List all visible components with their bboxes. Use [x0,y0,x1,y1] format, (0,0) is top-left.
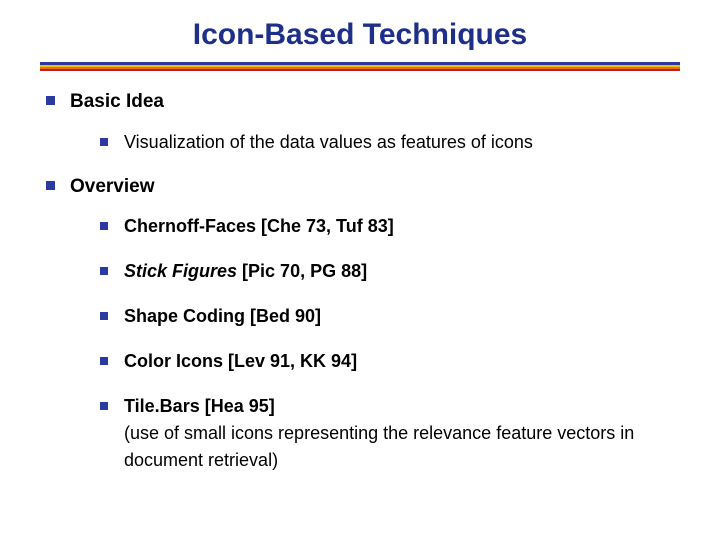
sub-item: Visualization of the data values as feat… [100,129,680,156]
sub-text: Color Icons [Lev 91, KK 94] [124,351,357,371]
sub-item: Shape Coding [Bed 90] [100,303,680,330]
sub-item: Color Icons [Lev 91, KK 94] [100,348,680,375]
sub-text-rest: [Pic 70, PG 88] [237,261,367,281]
bullet-basic-idea: Basic Idea Visualization of the data val… [44,89,680,156]
sub-text: Tile.Bars [Hea 95] [124,396,275,416]
bullet-label: Overview [70,176,155,197]
sub-text: Shape Coding [Bed 90] [124,306,321,326]
title-underline [40,62,680,71]
sub-note: (use of small icons representing the rel… [124,423,634,470]
bullet-overview: Overview Chernoff-Faces [Che 73, Tuf 83]… [44,174,680,475]
sub-text-lead: Stick Figures [124,261,237,281]
slide-title: Icon-Based Techniques [40,18,680,52]
sub-item: Chernoff-Faces [Che 73, Tuf 83] [100,213,680,240]
bullet-label: Basic Idea [70,91,164,112]
rule-red [40,69,680,71]
sublist: Chernoff-Faces [Che 73, Tuf 83] Stick Fi… [70,213,680,474]
sub-text: Chernoff-Faces [Che 73, Tuf 83] [124,216,394,236]
sub-text: Visualization of the data values as feat… [124,132,533,152]
slide: Icon-Based Techniques Basic Idea Visuali… [0,0,720,540]
sub-item: Tile.Bars [Hea 95] (use of small icons r… [100,393,680,474]
sub-item: Stick Figures [Pic 70, PG 88] [100,258,680,285]
sublist: Visualization of the data values as feat… [70,129,680,156]
bullet-list: Basic Idea Visualization of the data val… [40,89,680,474]
